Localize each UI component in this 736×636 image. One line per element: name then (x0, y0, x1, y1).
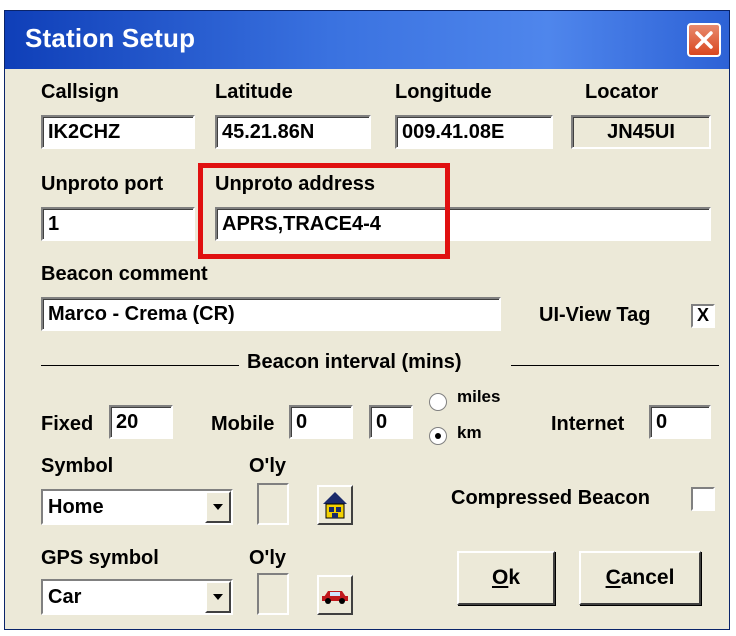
highlight-box (198, 163, 450, 259)
title-bar[interactable]: Station Setup (5, 11, 729, 69)
gps-symbol-dropdown-button[interactable] (205, 581, 231, 613)
symbol-overlay-label: O'ly (249, 455, 286, 477)
gps-symbol-select[interactable]: Car (41, 579, 233, 615)
mobile-label: Mobile (211, 413, 275, 435)
group-line-right (511, 365, 719, 366)
mobile-distance-input[interactable]: 0 (369, 405, 413, 439)
compressed-beacon-label: Compressed Beacon (451, 487, 650, 509)
km-radio[interactable] (429, 427, 447, 445)
internet-label: Internet (551, 413, 625, 435)
compressed-beacon-checkbox[interactable] (691, 487, 715, 511)
cancel-label-rest: ancel (620, 566, 675, 589)
uiview-tag-checkbox[interactable]: X (691, 304, 715, 328)
car-icon (322, 591, 348, 604)
gps-symbol-select-value: Car (48, 586, 82, 608)
window-title: Station Setup (25, 23, 196, 53)
beacon-comment-label: Beacon comment (41, 263, 208, 285)
latitude-input[interactable]: 45.21.86N (215, 115, 371, 149)
callsign-input[interactable]: IK2CHZ (41, 115, 195, 149)
ok-button[interactable]: Ok (457, 551, 555, 605)
unproto-port-input[interactable]: 1 (41, 207, 195, 241)
station-setup-dialog: Station Setup Callsign IK2CHZ Latitude 4… (4, 10, 730, 630)
symbol-label: Symbol (41, 455, 114, 477)
chevron-down-icon (213, 504, 223, 510)
symbol-select[interactable]: Home (41, 489, 233, 525)
gps-symbol-icon-button[interactable] (317, 575, 353, 615)
cancel-button[interactable]: Cancel (579, 551, 701, 605)
miles-radio[interactable] (429, 393, 447, 411)
beacon-comment-input[interactable]: Marco - Crema (CR) (41, 297, 501, 331)
miles-label: miles (457, 387, 501, 406)
group-line-left (41, 365, 239, 366)
ok-label-rest: k (508, 566, 521, 589)
cancel-accelerator: C (605, 566, 621, 589)
gps-overlay-box[interactable] (257, 573, 289, 615)
ok-accelerator: O (491, 566, 509, 589)
latitude-label: Latitude (215, 81, 293, 103)
unproto-port-label: Unproto port (41, 173, 164, 195)
symbol-dropdown-button[interactable] (205, 491, 231, 523)
fixed-label: Fixed (41, 413, 94, 435)
mobile-interval-input[interactable]: 0 (289, 405, 353, 439)
symbol-select-value: Home (48, 496, 104, 518)
chevron-down-icon (213, 594, 223, 600)
fixed-interval-input[interactable]: 20 (109, 405, 173, 439)
longitude-label: Longitude (395, 81, 492, 103)
uiview-tag-label: UI-View Tag (539, 304, 651, 326)
locator-label: Locator (585, 81, 659, 103)
callsign-label: Callsign (41, 81, 119, 103)
symbol-icon-button[interactable] (317, 485, 353, 525)
internet-interval-input[interactable]: 0 (649, 405, 711, 439)
beacon-interval-label: Beacon interval (mins) (247, 351, 462, 373)
km-label: km (457, 423, 482, 442)
gps-symbol-label: GPS symbol (41, 547, 159, 569)
house-icon (323, 492, 347, 519)
gps-overlay-label: O'ly (249, 547, 286, 569)
close-icon (695, 31, 713, 49)
symbol-overlay-box[interactable] (257, 483, 289, 525)
close-button[interactable] (687, 23, 721, 57)
longitude-input[interactable]: 009.41.08E (395, 115, 553, 149)
locator-value: JN45UI (571, 115, 711, 149)
